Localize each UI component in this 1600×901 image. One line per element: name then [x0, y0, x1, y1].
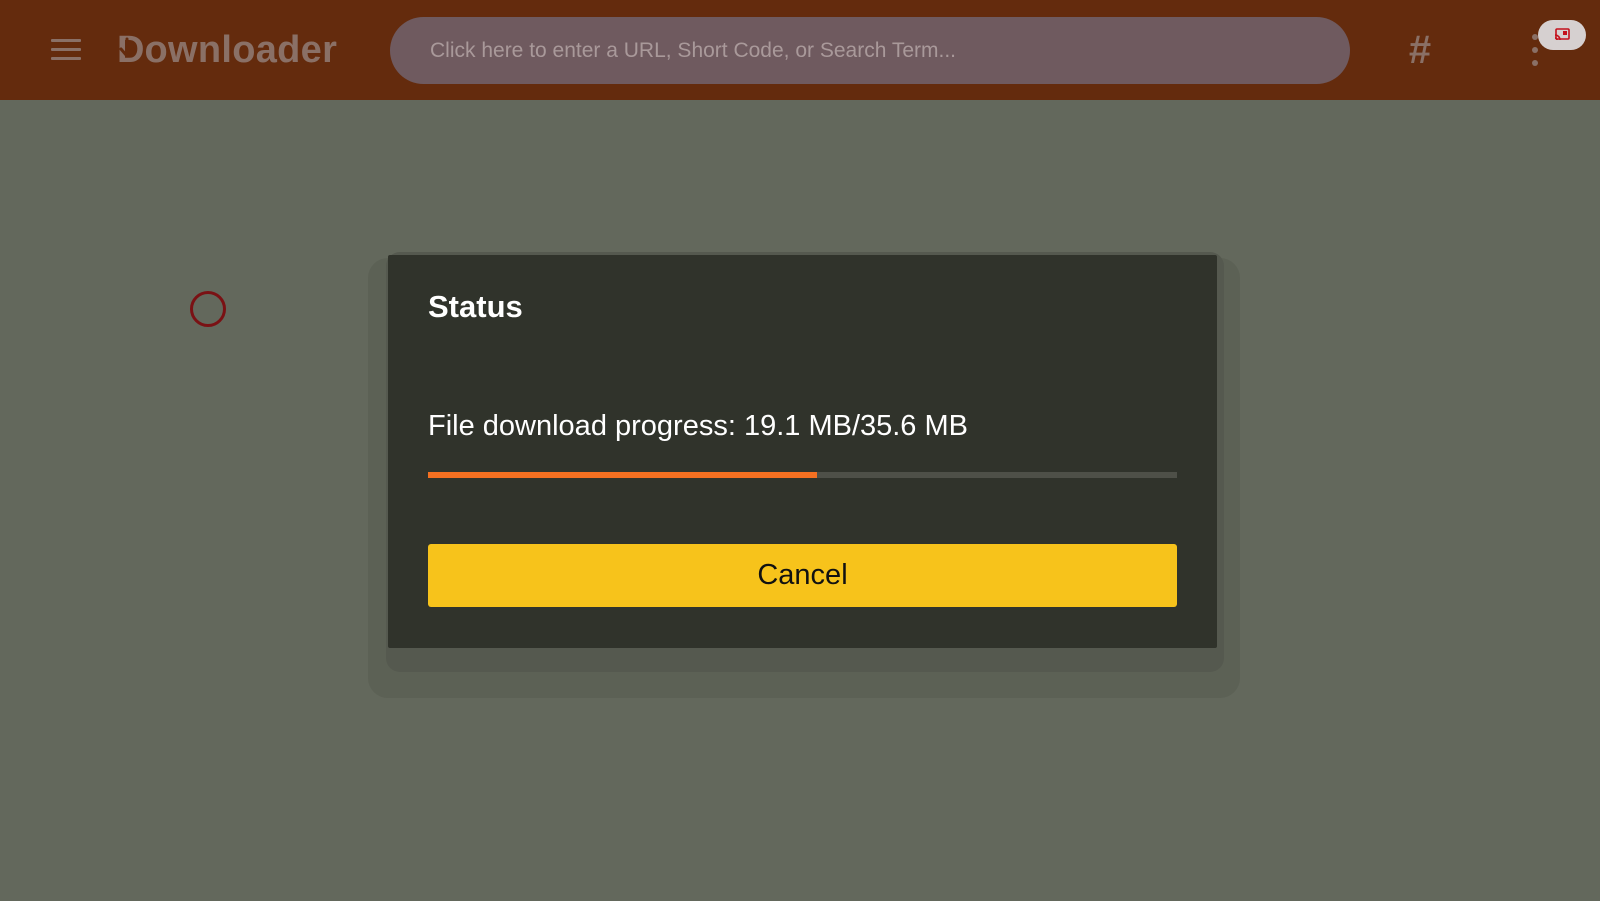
search-input[interactable]: [390, 17, 1350, 84]
focus-indicator: [190, 291, 226, 327]
app-logo: D ownloader: [117, 28, 337, 72]
cast-button[interactable]: [1538, 20, 1586, 50]
hash-button[interactable]: #: [1400, 22, 1440, 78]
download-progress-label: File download progress: 19.1 MB/35.6 MB: [428, 410, 968, 442]
progress-bar: [428, 472, 1177, 478]
cancel-button[interactable]: Cancel: [428, 544, 1177, 607]
more-vertical-icon: [1532, 47, 1538, 53]
app-bar: D ownloader #: [0, 0, 1600, 100]
dialog-title: Status: [428, 289, 523, 324]
status-dialog: Status File download progress: 19.1 MB/3…: [388, 255, 1217, 648]
menu-icon-bar: [51, 39, 81, 42]
logo-text: ownloader: [144, 29, 338, 71]
progress-bar-fill: [428, 472, 818, 478]
menu-button[interactable]: [48, 36, 84, 64]
cast-icon: [1554, 28, 1570, 41]
menu-icon-bar: [51, 48, 81, 51]
download-arrow-icon: [119, 37, 135, 58]
hash-icon: #: [1408, 28, 1432, 72]
menu-icon-bar: [51, 57, 81, 60]
logo-d: D: [117, 28, 144, 72]
more-vertical-icon: [1532, 60, 1538, 66]
